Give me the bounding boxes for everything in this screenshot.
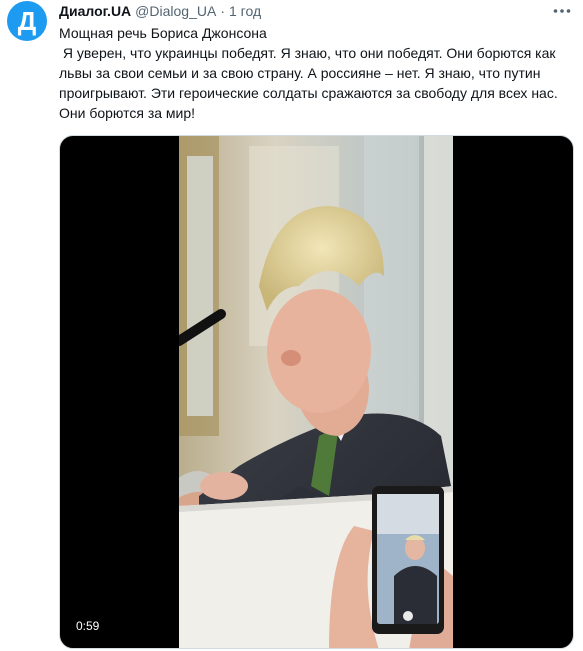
- tweet-title-line: Мощная речь Бориса Джонсона: [59, 25, 267, 41]
- tweet-header: Диалог.UA @Dialog_UA · 1 год: [59, 3, 261, 19]
- video-duration-badge: 0:59: [70, 616, 106, 636]
- tweet: Д Диалог.UA @Dialog_UA · 1 год Мощная ре…: [0, 0, 583, 651]
- tweet-text: Мощная речь Бориса Джонсона Я уверен, чт…: [59, 23, 574, 123]
- more-horizontal-icon: [553, 9, 571, 13]
- more-options-button[interactable]: [551, 2, 573, 20]
- avatar-logo-letter: Д: [17, 6, 37, 36]
- display-name[interactable]: Диалог.UA: [59, 3, 131, 19]
- avatar[interactable]: Д: [7, 1, 47, 41]
- tweet-timestamp[interactable]: 1 год: [229, 3, 261, 19]
- video-player[interactable]: 0:59: [59, 135, 574, 649]
- user-handle[interactable]: @Dialog_UA: [135, 3, 216, 19]
- separator-dot: ·: [220, 3, 225, 19]
- video-frame: [179, 136, 453, 648]
- video-frame-image: [179, 136, 453, 648]
- tweet-body: Я уверен, что украинцы победят. Я знаю, …: [59, 45, 562, 121]
